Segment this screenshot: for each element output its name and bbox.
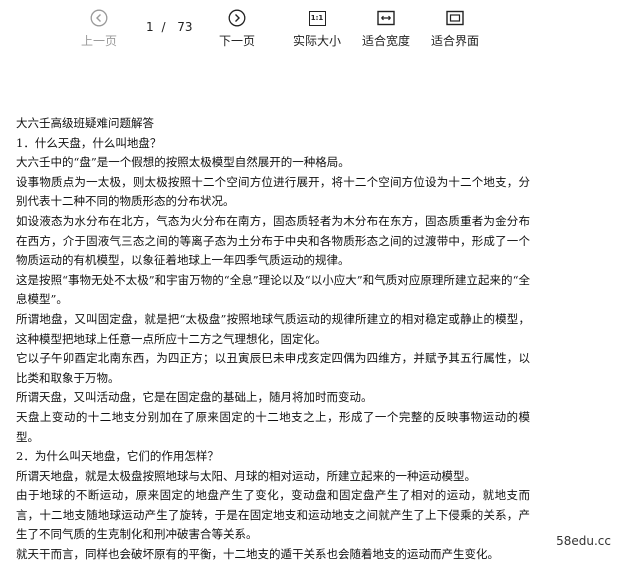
document-text: 大六壬高级班疑难问题解答 1．什么天盘，什么叫地盘？ 大六壬中的“盘”是一个假想… [16, 114, 530, 565]
pdf-toolbar: 上一页 1 / 73 下一页 1:1 实际大小 适合宽度 适合界面 [0, 0, 619, 56]
fit-page-label: 适合界面 [431, 34, 480, 48]
doc-question: 2．为什么叫天地盘，它们的作用怎样？ [16, 449, 219, 464]
chevron-right-circle-icon [227, 8, 247, 28]
fit-width-icon [376, 8, 396, 28]
site-watermark: 58edu.cc [554, 534, 613, 548]
current-page-number[interactable]: 1 [146, 20, 154, 34]
doc-paragraph: 设事物质点为一太极，则太极按照十二个空间方位进行展开，将十二个空间方位设为十二个… [16, 174, 530, 209]
doc-paragraph: 如设液态为水分布在北方，气态为火分布在南方，固态质轻者为木分布在东方，固态质重者… [16, 213, 530, 268]
document-page: 大六壬高级班疑难问题解答 1．什么天盘，什么叫地盘？ 大六壬中的“盘”是一个假想… [0, 56, 619, 561]
doc-paragraph: 天盘上变动的十二地支分别加在了原来固定的十二地支之上，形成了一个完整的反映事物运… [16, 409, 530, 444]
prev-page-button[interactable]: 上一页 [81, 8, 117, 49]
doc-paragraph: 就天干而言，同样也会破坏原有的平衡，十二地支的遁干关系也会随着地支的运动而产生变… [16, 547, 499, 562]
actual-size-button[interactable]: 1:1 实际大小 [293, 8, 341, 49]
page-separator: / [161, 20, 166, 34]
doc-paragraph: 这是按照“事物无处不太极”和宇宙万物的“全息”理论以及“以小应大”和气质对应原理… [16, 272, 530, 307]
actual-size-label: 实际大小 [293, 34, 342, 48]
doc-paragraph: 它以子午卯酉定北南东西，为四正方；以丑寅辰巳未申戌亥定四偶为四维方，并赋予其五行… [16, 351, 530, 385]
fit-width-button[interactable]: 适合宽度 [362, 8, 410, 49]
one-to-one-icon: 1:1 [307, 8, 327, 28]
chevron-left-circle-icon [89, 8, 109, 28]
doc-question: 1．什么天盘，什么叫地盘？ [16, 135, 162, 150]
fit-page-button[interactable]: 适合界面 [431, 8, 479, 49]
fit-page-icon [445, 8, 465, 28]
total-pages: 73 [177, 20, 193, 34]
actual-size-icon-text: 1:1 [308, 10, 326, 26]
doc-paragraph: 所谓地盘，又叫固定盘，就是把“太极盘”按照地球气质运动的规律所建立的相对稳定或静… [16, 311, 530, 346]
doc-paragraph: 所谓天地盘，就是太极盘按照地球与太阳、月球的相对运动，所建立起来的一种运动模型。 [16, 468, 476, 483]
doc-paragraph: 由于地球的不断运动，原来固定的地盘产生了变化，变动盘和固定盘产生了相对的运动，就… [16, 488, 530, 542]
doc-paragraph: 所谓天盘，又叫活动盘，它是在固定盘的基础上，随月将加时而变动。 [16, 390, 373, 405]
page-indicator: 1 / 73 [146, 20, 193, 34]
doc-paragraph: 大六壬中的“盘”是一个假想的按照太极模型自然展开的一种格局。 [16, 155, 350, 170]
doc-title: 大六壬高级班疑难问题解答 [16, 116, 154, 130]
next-page-label: 下一页 [219, 34, 256, 48]
prev-page-label: 上一页 [81, 34, 118, 48]
next-page-button[interactable]: 下一页 [219, 8, 255, 49]
fit-width-label: 适合宽度 [362, 34, 411, 48]
